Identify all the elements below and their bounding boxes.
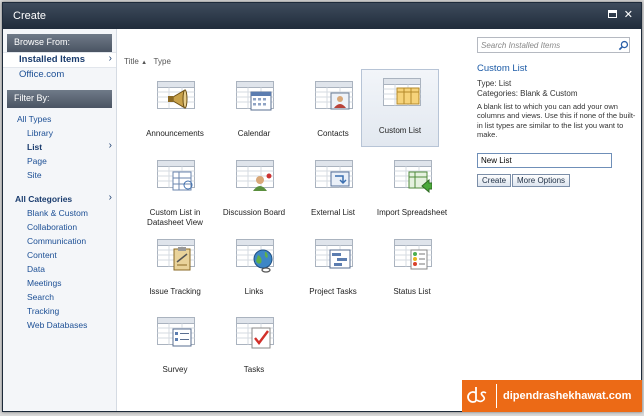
- template-description: A blank list to which you can add your o…: [477, 102, 636, 139]
- template-label: Custom List in Datasheet View: [147, 208, 203, 227]
- title-bar: Create ✕: [3, 3, 641, 29]
- filter-type-library[interactable]: Library: [3, 126, 116, 140]
- more-options-button[interactable]: More Options: [512, 174, 571, 187]
- template-label: Links: [244, 287, 264, 296]
- browse-office-com[interactable]: Office.com: [3, 68, 116, 82]
- template-tile-issue-tracking[interactable]: Issue Tracking: [136, 231, 214, 309]
- filter-by-header: Filter By:: [7, 90, 112, 108]
- template-label: Project Tasks: [309, 287, 357, 296]
- create-dialog: Create ✕ Browse From: Installed Items › O…: [2, 2, 642, 412]
- close-icon[interactable]: ✕: [624, 10, 633, 21]
- browse-installed-items[interactable]: Installed Items ›: [3, 52, 116, 68]
- category-item[interactable]: Meetings: [3, 276, 116, 290]
- filter-all-categories[interactable]: All Categories ›: [3, 192, 116, 206]
- details-pane: Search Installed Items Custom List Type:…: [473, 29, 641, 411]
- template-label: Import Spreadsheet: [376, 208, 448, 217]
- template-tile-survey[interactable]: Survey: [136, 309, 214, 387]
- maximize-icon[interactable]: [607, 10, 617, 21]
- template-label: Custom List: [378, 126, 422, 135]
- category-item[interactable]: Web Databases: [3, 318, 116, 332]
- browse-from-header: Browse From:: [7, 34, 112, 52]
- sort-bar: Title ▲ Type: [124, 57, 171, 66]
- template-tile-announcements[interactable]: Announcements: [136, 73, 214, 151]
- watermark-banner: dipendrashekhawat.com: [462, 380, 642, 412]
- filter-all-types[interactable]: All Types: [3, 112, 116, 126]
- template-tile-external-list[interactable]: External List: [294, 152, 372, 230]
- create-button[interactable]: Create: [477, 174, 512, 187]
- chevron-right-icon: ›: [108, 140, 112, 151]
- template-label: Issue Tracking: [149, 287, 201, 296]
- chevron-right-icon: ›: [108, 53, 112, 64]
- category-item[interactable]: Communication: [3, 234, 116, 248]
- template-label: Calendar: [237, 129, 271, 138]
- template-label: Tasks: [243, 365, 265, 374]
- watermark-text: dipendrashekhawat.com: [503, 390, 632, 402]
- template-type: Type: List: [477, 79, 512, 88]
- template-tile-custom-list-in-datasheet-view[interactable]: Custom List in Datasheet View: [136, 152, 214, 230]
- sort-by-type[interactable]: Type: [154, 57, 171, 66]
- template-tile-links[interactable]: Links: [215, 231, 293, 309]
- globe-links-icon: [236, 237, 274, 275]
- clipboard-icon: [157, 237, 195, 275]
- sort-arrow-icon: ▲: [141, 60, 148, 66]
- template-tile-import-spreadsheet[interactable]: Import Spreadsheet: [373, 152, 451, 230]
- search-input[interactable]: Search Installed Items: [477, 37, 630, 53]
- survey-icon: [157, 315, 195, 353]
- template-label: Announcements: [146, 129, 204, 138]
- category-item[interactable]: Tracking: [3, 304, 116, 318]
- filter-type-site[interactable]: Site: [3, 168, 116, 182]
- gantt-icon: [315, 237, 353, 275]
- left-navigation: Browse From: Installed Items › Office.com…: [3, 29, 117, 411]
- selected-template-title: Custom List: [477, 63, 528, 74]
- category-item[interactable]: Data: [3, 262, 116, 276]
- contact-card-icon: [315, 79, 353, 117]
- template-categories: Categories: Blank & Custom: [477, 89, 578, 98]
- category-item[interactable]: Collaboration: [3, 220, 116, 234]
- template-label: Survey: [162, 365, 188, 374]
- sort-by-title[interactable]: Title: [124, 57, 139, 66]
- external-list-icon: [315, 158, 353, 196]
- template-tile-discussion-board[interactable]: Discussion Board: [215, 152, 293, 230]
- custom-list-icon: [383, 76, 421, 114]
- template-label: Discussion Board: [222, 208, 286, 217]
- import-spreadsheet-icon: [394, 158, 433, 196]
- megaphone-icon: [157, 79, 195, 117]
- template-tile-calendar[interactable]: Calendar: [215, 73, 293, 151]
- category-item[interactable]: Search: [3, 290, 116, 304]
- chevron-right-icon: ›: [108, 192, 112, 203]
- ds-logo-icon: [467, 387, 487, 403]
- list-name-input[interactable]: [477, 153, 612, 168]
- search-icon[interactable]: [618, 40, 629, 51]
- category-item[interactable]: Blank & Custom: [3, 206, 116, 220]
- template-tile-custom-list[interactable]: Custom List: [361, 69, 439, 147]
- discussion-icon: [236, 158, 274, 196]
- template-tile-status-list[interactable]: Status List: [373, 231, 451, 309]
- datasheet-icon: [157, 158, 195, 196]
- dialog-title: Create: [13, 10, 47, 22]
- filter-type-list[interactable]: List ›: [3, 140, 116, 154]
- template-label: External List: [310, 208, 356, 217]
- task-check-icon: [236, 315, 274, 353]
- status-list-icon: [394, 237, 432, 275]
- selected-template-meta: Type: List Categories: Blank & Custom: [477, 79, 578, 99]
- filter-type-page[interactable]: Page: [3, 154, 116, 168]
- template-gallery: Title ▲ Type Announcements Calendar Contac…: [118, 29, 463, 411]
- template-tile-tasks[interactable]: Tasks: [215, 309, 293, 387]
- template-tile-project-tasks[interactable]: Project Tasks: [294, 231, 372, 309]
- template-label: Status List: [393, 287, 431, 296]
- calendar-icon: [236, 79, 274, 117]
- category-item[interactable]: Content: [3, 248, 116, 262]
